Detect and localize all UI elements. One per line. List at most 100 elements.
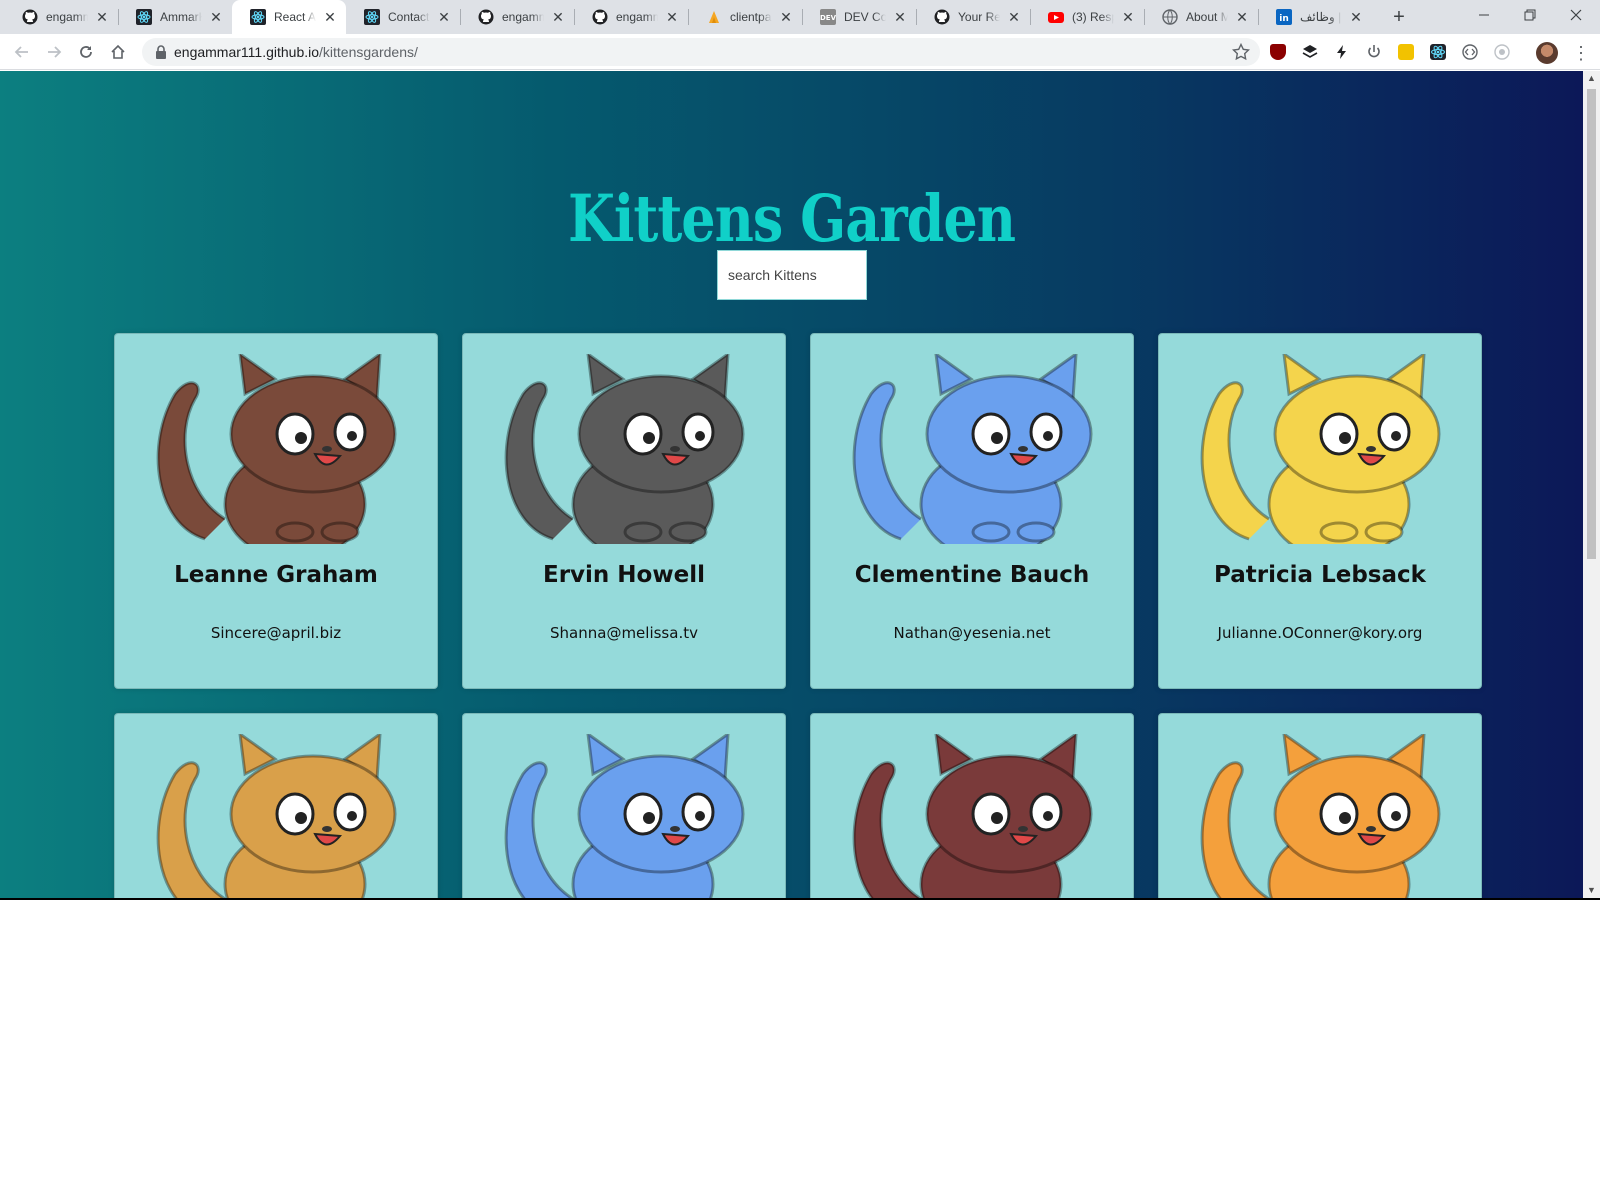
code-extension-icon[interactable]	[1462, 44, 1478, 60]
kitten-card[interactable]: Leanne Graham Sincere@april.biz	[114, 333, 438, 689]
yellow-extension-icon[interactable]	[1398, 44, 1414, 60]
tab-close-icon[interactable]: ✕	[1120, 9, 1136, 25]
github-icon	[934, 9, 950, 25]
scrollbar-thumb[interactable]	[1587, 89, 1596, 559]
profile-avatar[interactable]	[1536, 42, 1558, 64]
search-input[interactable]	[717, 250, 867, 300]
new-tab-button[interactable]: +	[1388, 6, 1410, 28]
dimmed-extension-icon[interactable]	[1494, 44, 1510, 60]
forward-button[interactable]	[42, 40, 66, 64]
tab-close-icon[interactable]: ✕	[94, 9, 110, 25]
react-devtools-extension-icon[interactable]	[1430, 44, 1446, 60]
tab-close-icon[interactable]: ✕	[1348, 9, 1364, 25]
browser-tab[interactable]: engammar111 ✕	[460, 0, 574, 34]
tab-title: AmmarK	[160, 10, 202, 24]
tab-separator	[574, 9, 575, 25]
reload-icon	[80, 46, 92, 58]
tab-separator	[916, 9, 917, 25]
bolt-extension-icon[interactable]	[1334, 44, 1350, 60]
restore-button[interactable]	[1508, 0, 1552, 30]
github-icon	[478, 9, 494, 25]
tab-close-icon[interactable]: ✕	[550, 9, 566, 25]
back-button[interactable]	[10, 40, 34, 64]
lock-icon	[156, 45, 166, 59]
tab-title: engammar111	[46, 10, 88, 24]
kitten-illustration	[504, 730, 745, 898]
kitten-name: Leanne Graham	[174, 562, 378, 588]
react-icon	[250, 9, 266, 25]
tab-title: (3) Responsive	[1072, 10, 1114, 24]
kitten-name: Clementine Bauch	[854, 562, 1090, 588]
kitten-image	[493, 730, 757, 898]
kitten-image	[841, 730, 1105, 898]
tab-close-icon[interactable]: ✕	[892, 9, 908, 25]
kitten-card[interactable]	[810, 713, 1134, 898]
browser-tab[interactable]: clientpanel ✕	[688, 0, 802, 34]
kitten-illustration	[156, 730, 397, 898]
close-icon	[1570, 9, 1582, 21]
tab-close-icon[interactable]: ✕	[778, 9, 794, 25]
browser-tab[interactable]: About Me ✕	[1144, 0, 1258, 34]
react-icon	[1431, 45, 1445, 59]
power-extension-icon[interactable]	[1366, 44, 1382, 60]
github-icon	[22, 9, 38, 25]
tab-close-icon[interactable]: ✕	[664, 9, 680, 25]
tab-title: engammar111	[502, 10, 544, 24]
minimize-icon	[1479, 14, 1489, 16]
kitten-card[interactable]	[114, 713, 438, 898]
browser-tab[interactable]: AmmarK ✕	[118, 0, 232, 34]
tab-close-icon[interactable]: ✕	[208, 9, 224, 25]
kitten-illustration	[504, 350, 745, 561]
bookmark-star-icon[interactable]	[1232, 43, 1250, 61]
react-icon	[136, 9, 152, 25]
scroll-down-icon[interactable]: ▼	[1586, 885, 1597, 896]
kitten-card[interactable]: Ervin Howell Shanna@melissa.tv	[462, 333, 786, 689]
kitten-card[interactable]: Patricia Lebsack Julianne.OConner@kory.or…	[1158, 333, 1482, 689]
svg-text:DEV: DEV	[820, 14, 836, 22]
browser-tab[interactable]: React App ✕	[232, 0, 346, 34]
browser-tab[interactable]: in وظائف | Linkedin ✕	[1258, 0, 1372, 34]
browser-tab[interactable]: DEV DEV Community ✕	[802, 0, 916, 34]
lightning-icon	[1337, 45, 1346, 59]
kitten-card[interactable]: Clementine Bauch Nathan@yesenia.net	[810, 333, 1134, 689]
tab-separator	[118, 9, 119, 25]
kitten-illustration	[1200, 730, 1441, 898]
home-button[interactable]	[106, 40, 130, 64]
tab-title: DEV Community	[844, 10, 886, 24]
browser-tab[interactable]: Contact Me ✕	[346, 0, 460, 34]
restore-icon	[1524, 9, 1536, 21]
tab-strip: engammar111 ✕ AmmarK ✕ React App ✕ Contact Me ✕…	[0, 0, 1600, 34]
kitten-card[interactable]	[1158, 713, 1482, 898]
address-bar[interactable]: engammar111.github.io/kittensgardens/	[142, 38, 1260, 66]
layers-extension-icon[interactable]	[1302, 44, 1318, 60]
tab-close-icon[interactable]: ✕	[322, 9, 338, 25]
minimize-button[interactable]	[1462, 0, 1506, 30]
vertical-scrollbar[interactable]: ▲ ▼	[1583, 71, 1600, 898]
kitten-image	[1189, 350, 1453, 561]
browser-tab[interactable]: (3) Responsive ✕	[1030, 0, 1144, 34]
scroll-up-icon[interactable]: ▲	[1586, 73, 1597, 84]
url-path: /kittensgardens/	[319, 44, 418, 60]
kitten-image	[841, 350, 1105, 561]
page-viewport: Kittens Garden Leanne Graham Sincere@apri…	[0, 71, 1583, 898]
tab-close-icon[interactable]: ✕	[436, 9, 452, 25]
reload-button[interactable]	[74, 40, 98, 64]
tab-title: وظائف | Linkedin	[1300, 10, 1342, 24]
folder-icon	[706, 9, 722, 25]
github-icon	[592, 9, 608, 25]
tab-separator	[802, 9, 803, 25]
kitten-illustration	[852, 350, 1093, 561]
kitten-card[interactable]	[462, 713, 786, 898]
browser-tab[interactable]: engammar111 ✕	[574, 0, 688, 34]
browser-menu-button[interactable]: ⋮	[1572, 42, 1590, 64]
tab-close-icon[interactable]: ✕	[1006, 9, 1022, 25]
ublock-extension-icon[interactable]	[1270, 44, 1286, 60]
tab-title: Your Repositories	[958, 10, 1000, 24]
globe-icon	[1162, 9, 1178, 25]
close-window-button[interactable]	[1554, 0, 1598, 30]
layers-icon	[1302, 45, 1318, 58]
tab-close-icon[interactable]: ✕	[1234, 9, 1250, 25]
browser-tab[interactable]: engammar111 ✕	[4, 0, 118, 34]
browser-tab[interactable]: Your Repositories ✕	[916, 0, 1030, 34]
kitten-image	[145, 730, 409, 898]
